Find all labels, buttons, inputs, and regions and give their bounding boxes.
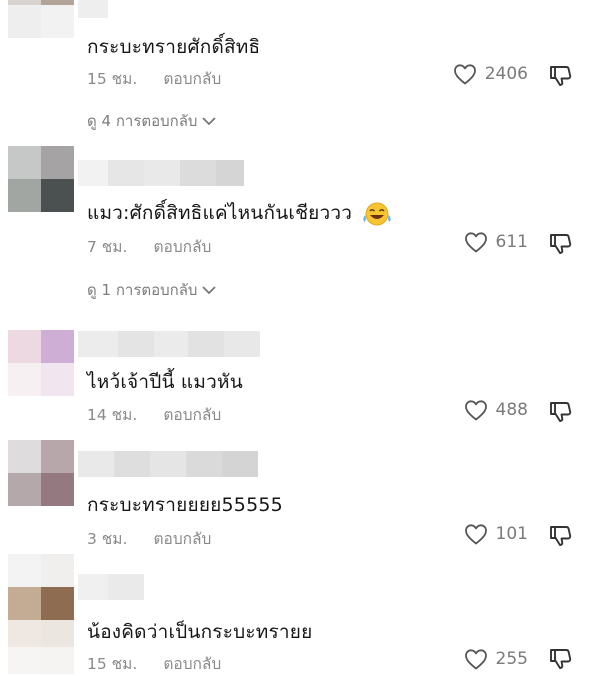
like-count: 101 [495,524,528,544]
comment-text: กระบะทรายยยย55555 [87,494,283,516]
avatar-lower-fragment [8,620,74,674]
username-redacted[interactable] [78,331,260,357]
avatar[interactable] [8,146,74,212]
comment-time: 7 ชม. [87,238,128,256]
comment-text: แมว:ศักดิ์สิทธิแค่ไหนกันเชียววว [87,198,392,228]
heart-outline-icon [453,64,476,85]
thumbs-down-outline-icon[interactable] [548,523,574,549]
heart-outline-icon [464,400,487,421]
reply-button[interactable]: ตอบกลับ [163,70,221,88]
avatar[interactable] [8,330,74,396]
view-replies-label: ดู 4 การตอบกลับ [87,112,198,130]
comment-text-content: แมว:ศักดิ์สิทธิแค่ไหนกันเชียววว [87,202,353,224]
avatar[interactable] [8,440,74,506]
like-button[interactable]: 611 [464,231,528,253]
comment-meta: 14 ชม. ตอบกลับ [87,402,221,427]
heart-outline-icon [464,232,487,253]
username-redacted[interactable] [78,451,258,477]
avatar[interactable] [8,0,74,38]
chevron-down-icon [202,117,217,126]
username-redacted[interactable] [78,574,144,600]
reply-button[interactable]: ตอบกลับ [163,406,221,424]
thumbs-down-outline-icon[interactable] [548,399,574,425]
thumbs-down-outline-icon[interactable] [548,231,574,257]
like-count: 2406 [484,64,528,84]
face-with-tears-of-joy-icon [363,202,391,225]
comment-meta: 15 ชม. ตอบกลับ [87,66,221,91]
like-button[interactable]: 255 [464,648,528,670]
reply-button[interactable]: ตอบกลับ [163,655,221,673]
comment-time: 15 ชม. [87,70,138,88]
comment-time: 3 ชม. [87,530,128,548]
view-replies-button[interactable]: ดู 1 การตอบกลับ [87,278,217,302]
comment-meta: 3 ชม. ตอบกลับ [87,526,211,551]
like-button[interactable]: 2406 [453,63,528,85]
username-redacted[interactable] [78,0,108,18]
like-count: 255 [495,649,528,669]
username-redacted[interactable] [78,160,244,186]
comment-time: 14 ชม. [87,406,138,424]
view-replies-button[interactable]: ดู 4 การตอบกลับ [87,109,217,133]
chevron-down-icon [202,286,217,295]
like-count: 611 [495,232,528,252]
reply-button[interactable]: ตอบกลับ [153,238,211,256]
avatar[interactable] [8,554,74,620]
comment-time: 15 ชม. [87,655,138,673]
thumbs-down-outline-icon[interactable] [548,646,574,672]
heart-outline-icon [464,649,487,670]
view-replies-label: ดู 1 การตอบกลับ [87,281,198,299]
like-button[interactable]: 101 [464,523,528,545]
comment-text: กระบะทรายศักดิ์สิทธิ [87,36,261,58]
comment-meta: 7 ชม. ตอบกลับ [87,234,211,259]
thumbs-down-outline-icon[interactable] [548,63,574,89]
reply-button[interactable]: ตอบกลับ [153,530,211,548]
comment-text: น้องคิดว่าเป็นกระบะทรายย [87,621,313,643]
like-count: 488 [495,400,528,420]
like-button[interactable]: 488 [464,399,528,421]
heart-outline-icon [464,524,487,545]
comment-text: ไหว้เจ้าปีนี้ แมวหัน [87,371,243,393]
comment-meta: 15 ชม. ตอบกลับ [87,651,221,676]
